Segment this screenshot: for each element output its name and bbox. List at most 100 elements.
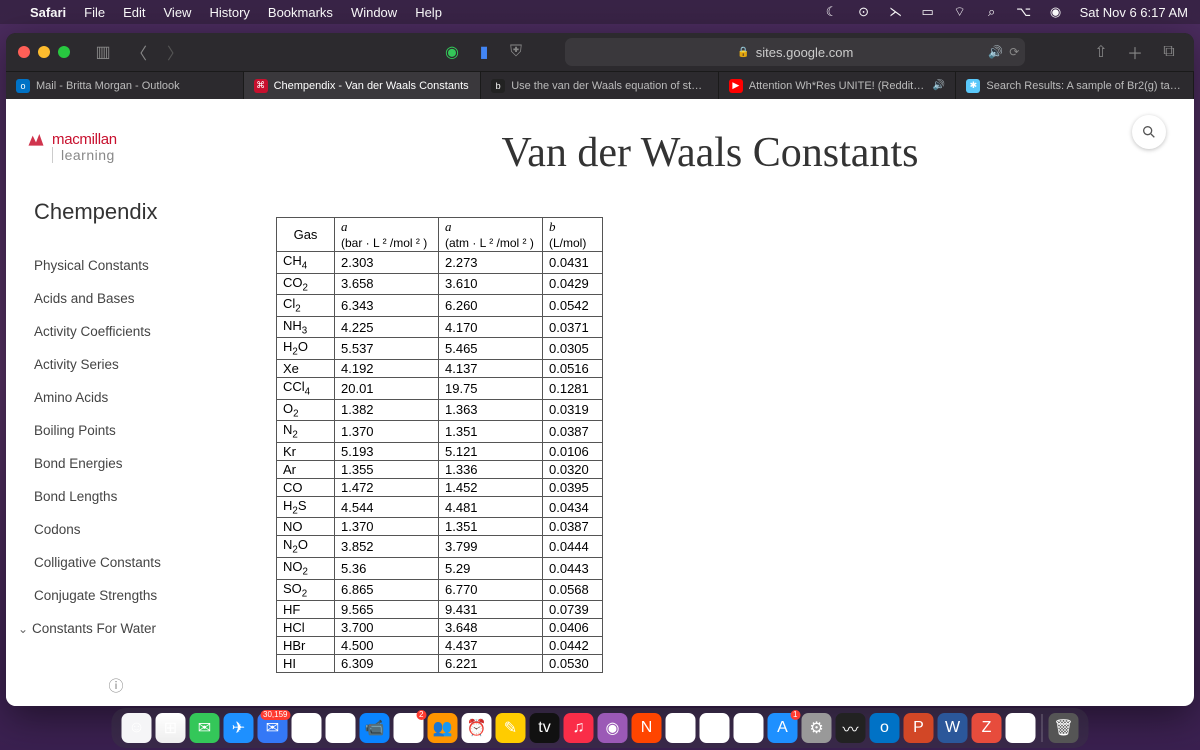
forward-button[interactable]: 〉: [162, 39, 188, 65]
menu-bookmarks[interactable]: Bookmarks: [268, 5, 333, 20]
nav-item[interactable]: Amino Acids: [6, 381, 226, 414]
bluetooth-icon[interactable]: ⋋: [888, 4, 904, 20]
nav-item[interactable]: Boiling Points: [6, 414, 226, 447]
nav-item[interactable]: Colligative Constants: [6, 546, 226, 579]
menubar-app-name[interactable]: Safari: [30, 5, 66, 20]
nav-item[interactable]: Acids and Bases: [6, 282, 226, 315]
browser-tab[interactable]: bUse the van der Waals equation of state…: [481, 72, 719, 99]
nav-item[interactable]: Conjugate Strengths: [6, 579, 226, 612]
menu-edit[interactable]: Edit: [123, 5, 145, 20]
cell-gas: CH4: [277, 252, 335, 274]
browser-tab[interactable]: ✱Search Results: A sample of Br2(g) take…: [956, 72, 1194, 99]
dock-app-zotero[interactable]: Z: [972, 713, 1002, 743]
menu-history[interactable]: History: [209, 5, 249, 20]
dock-app-word[interactable]: W: [938, 713, 968, 743]
dock-app-print[interactable]: ⎙: [1006, 713, 1036, 743]
tab-sound-icon[interactable]: 🔊: [933, 80, 945, 91]
dock-trash[interactable]: 🗑: [1049, 713, 1079, 743]
dock-app-podcasts[interactable]: ◉: [598, 713, 628, 743]
sidebar-toggle-button[interactable]: ▥: [90, 39, 116, 65]
nav-item[interactable]: Activity Coefficients: [6, 315, 226, 348]
cell-gas: Kr: [277, 442, 335, 460]
cell-gas: H2S: [277, 496, 335, 518]
siri-icon[interactable]: ◉: [1048, 4, 1064, 20]
cell-gas: SO2: [277, 579, 335, 601]
cell-a-atm: 1.363: [439, 399, 543, 421]
table-row: NH34.2254.1700.0371: [277, 316, 603, 338]
window-close-button[interactable]: [18, 46, 30, 58]
cell-b: 0.0443: [543, 557, 603, 579]
tabs-overview-button[interactable]: ⧉: [1156, 39, 1182, 65]
browser-tab[interactable]: oMail - Britta Morgan - Outlook: [6, 72, 244, 99]
dock-app-activity[interactable]: 〰: [836, 713, 866, 743]
dock-app-appstore[interactable]: A1: [768, 713, 798, 743]
window-minimize-button[interactable]: [38, 46, 50, 58]
nav-item[interactable]: Activity Series: [6, 348, 226, 381]
tab-label: Chempendix - Van der Waals Constants: [274, 80, 469, 92]
share-button[interactable]: ⇧: [1088, 39, 1114, 65]
privacy-shield-icon[interactable]: ⛨: [503, 39, 529, 65]
dock-app-messages[interactable]: ✉: [190, 713, 220, 743]
extension-2-icon[interactable]: ▮: [471, 39, 497, 65]
cell-a-bar: 4.225: [335, 316, 439, 338]
reader-sound-icon[interactable]: 🔊: [988, 45, 1003, 59]
menu-window[interactable]: Window: [351, 5, 397, 20]
dock-app-music[interactable]: ♫: [564, 713, 594, 743]
spotlight-icon[interactable]: ⌕: [984, 4, 1000, 20]
browser-tab[interactable]: ▶Attention Wh*Res UNITE! (Reddit Compil.…: [719, 72, 957, 99]
dock-app-maps[interactable]: 🗺: [292, 713, 322, 743]
menu-file[interactable]: File: [84, 5, 105, 20]
reload-button[interactable]: ⟳: [1009, 45, 1019, 59]
cell-a-atm: 6.770: [439, 579, 543, 601]
nav-item[interactable]: Physical Constants: [6, 249, 226, 282]
dock-app-safari[interactable]: ✈: [224, 713, 254, 743]
dock-app-news[interactable]: N: [632, 713, 662, 743]
table-row: Ar1.3551.3360.0320: [277, 460, 603, 478]
info-icon[interactable]: ⓘ: [108, 678, 123, 695]
control-center-icon[interactable]: ⌥: [1016, 4, 1032, 20]
dock-app-photos[interactable]: ✿: [326, 713, 356, 743]
nav-item[interactable]: Bond Energies: [6, 447, 226, 480]
battery-icon[interactable]: ▭: [920, 4, 936, 20]
nav-item[interactable]: Codons: [6, 513, 226, 546]
dock-app-notes[interactable]: ✎: [496, 713, 526, 743]
tab-favicon: ▶: [729, 79, 743, 93]
dock-app-finder[interactable]: ☺: [122, 713, 152, 743]
menu-help[interactable]: Help: [415, 5, 442, 20]
menubar-clock[interactable]: Sat Nov 6 6:17 AM: [1080, 5, 1188, 20]
nav-item[interactable]: Constants For Water: [6, 612, 226, 645]
dock-app-launchpad[interactable]: ⊞: [156, 713, 186, 743]
dock-app-notes2[interactable]: ✎: [734, 713, 764, 743]
browser-tab[interactable]: ⌘Chempendix - Van der Waals Constants: [244, 72, 482, 99]
page-search-button[interactable]: [1132, 115, 1166, 149]
menu-view[interactable]: View: [164, 5, 192, 20]
dock-app-settings[interactable]: ⚙: [802, 713, 832, 743]
address-bar[interactable]: 🔒 sites.google.com 🔊 ⟳: [565, 38, 1025, 66]
dock-app-contacts[interactable]: 👥: [428, 713, 458, 743]
dock-app-weather[interactable]: ☁: [666, 713, 696, 743]
new-tab-button[interactable]: ＋: [1122, 39, 1148, 65]
dock-app-reminders[interactable]: ⏰: [462, 713, 492, 743]
dock-app-outlook[interactable]: o: [870, 713, 900, 743]
cell-a-bar: 1.382: [335, 399, 439, 421]
dock-app-tv[interactable]: tv: [530, 713, 560, 743]
do-not-disturb-icon[interactable]: ☾: [824, 4, 840, 20]
dock-app-mail[interactable]: ✉30,159: [258, 713, 288, 743]
tab-label: Mail - Britta Morgan - Outlook: [36, 80, 180, 92]
dock-app-calendar[interactable]: 62: [394, 713, 424, 743]
dock-app-powerpoint[interactable]: P: [904, 713, 934, 743]
wifi-icon[interactable]: ⌔: [952, 4, 968, 20]
dock-app-numbers[interactable]: ▮: [700, 713, 730, 743]
table-row: CCl420.0119.750.1281: [277, 377, 603, 399]
sidebar-title[interactable]: Chempendix: [6, 187, 226, 249]
back-button[interactable]: 〈: [126, 39, 152, 65]
record-icon[interactable]: ⊙: [856, 4, 872, 20]
window-fullscreen-button[interactable]: [58, 46, 70, 58]
nav-item[interactable]: Bond Lengths: [6, 480, 226, 513]
dock-app-facetime[interactable]: 📹: [360, 713, 390, 743]
cell-gas: O2: [277, 399, 335, 421]
table-row: H2O5.5375.4650.0305: [277, 338, 603, 360]
cell-b: 0.0542: [543, 295, 603, 317]
extension-icon[interactable]: ◉: [439, 39, 465, 65]
table-row: HI6.3096.2210.0530: [277, 655, 603, 673]
